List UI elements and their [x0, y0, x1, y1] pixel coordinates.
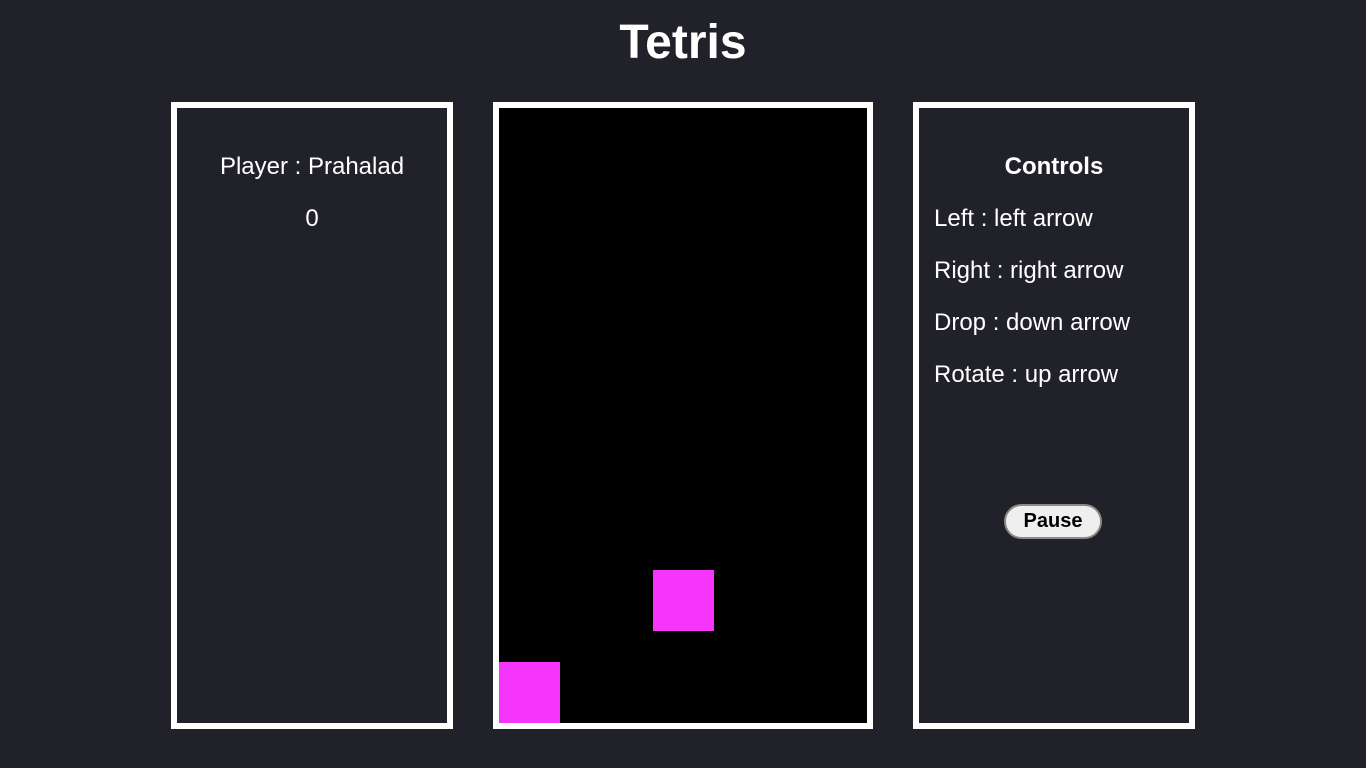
controls-heading: Controls — [1004, 153, 1104, 180]
control-drop-hint: Drop : down arrow — [934, 309, 1131, 336]
pause-button[interactable]: Pause — [1004, 504, 1102, 539]
score-value: 0 — [305, 205, 319, 232]
falling-block — [653, 570, 714, 631]
player-panel: Player : Prahalad 0 — [171, 102, 453, 729]
player-name: Player : Prahalad — [219, 153, 405, 180]
controls-panel: Controls Left : left arrow Right : right… — [913, 102, 1195, 729]
game-title: Tetris — [619, 16, 747, 69]
control-left-hint: Left : left arrow — [934, 205, 1093, 232]
game-board[interactable] — [493, 102, 873, 729]
landed-block — [499, 662, 560, 723]
control-right-hint: Right : right arrow — [934, 257, 1124, 284]
control-rotate-hint: Rotate : up arrow — [934, 361, 1119, 388]
